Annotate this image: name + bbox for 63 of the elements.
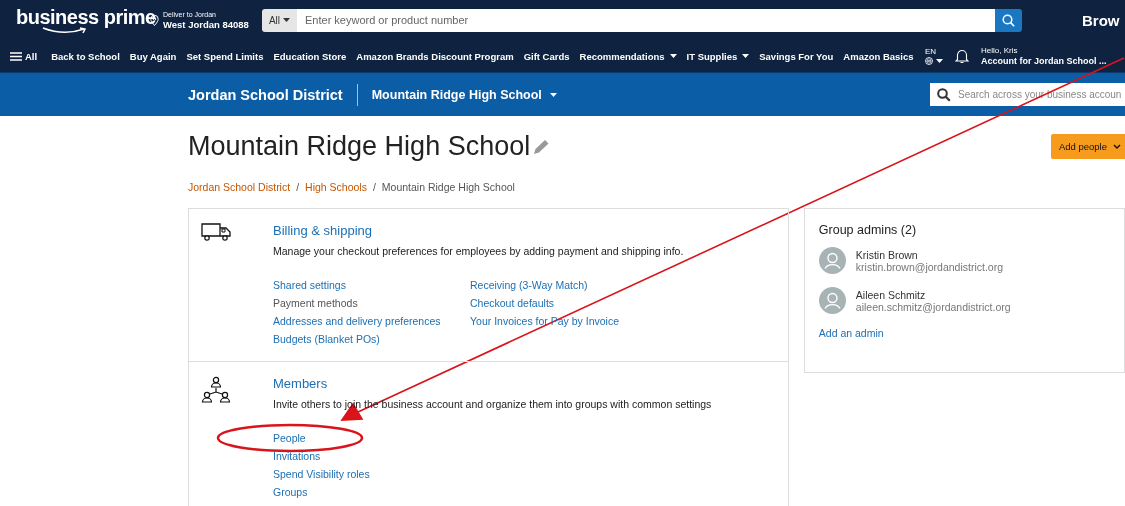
nav-link[interactable]: Recommendations (579, 50, 677, 62)
caret-icon (549, 92, 557, 97)
admin-email: aileen.schmitz@jordandistrict.org (855, 300, 1011, 313)
breadcrumb-current: Mountain Ridge High School (381, 181, 515, 193)
breadcrumb-separator: / (372, 181, 376, 193)
deliver-location[interactable]: West Jordan 84088 (163, 18, 249, 30)
settings-link[interactable]: Shared settings (273, 276, 470, 294)
account-menu[interactable]: Account for Jordan School ... (981, 55, 1107, 67)
search-icon (937, 87, 951, 102)
search-button[interactable] (995, 8, 1022, 32)
breadcrumb-link[interactable]: High Schools (305, 181, 367, 193)
smile-icon (42, 26, 88, 34)
settings-link[interactable]: Groups (273, 483, 470, 501)
globe-icon[interactable] (925, 57, 933, 65)
language-label[interactable]: EN (925, 47, 937, 57)
settings-link[interactable]: Spend Visibility roles (273, 465, 470, 483)
nav-link[interactable]: IT Supplies (686, 50, 750, 62)
caret-icon (936, 59, 943, 63)
people-group-icon (201, 376, 231, 404)
nav-link[interactable]: Savings For You (759, 50, 834, 62)
settings-link[interactable]: Invitations (273, 447, 470, 465)
nav-link[interactable]: Set Spend Limits (186, 50, 264, 62)
caret-icon (283, 18, 291, 22)
settings-link[interactable]: Addresses and delivery preferences (273, 312, 470, 330)
settings-link[interactable]: Budgets (Blanket POs) (273, 330, 470, 348)
avatar-icon (818, 247, 846, 274)
greeting-text: Hello, Kris (981, 45, 1019, 56)
section-title[interactable]: Billing & shipping (273, 223, 684, 242)
bell-icon[interactable] (955, 48, 969, 64)
category-dropdown[interactable]: All (262, 8, 297, 32)
admin-name: Aileen Schmitz (855, 288, 927, 301)
add-admin-link[interactable]: Add an admin (818, 327, 1110, 339)
add-people-button[interactable]: Add people (1050, 133, 1125, 159)
admin-email: kristin.brown@jordandistrict.org (855, 260, 1004, 273)
search-field[interactable]: Enter keyword or product number (297, 8, 995, 32)
menu-icon (10, 51, 22, 61)
breadcrumb-link[interactable]: Jordan School District (188, 181, 291, 193)
district-name[interactable]: Jordan School District (188, 86, 343, 103)
nav-link[interactable]: Gift Cards (523, 50, 570, 62)
chevron-down-icon (1113, 143, 1121, 149)
admins-title: Group admins (2) (818, 223, 918, 237)
menu-button[interactable]: All (6, 50, 42, 62)
settings-link[interactable]: Checkout defaults (470, 294, 667, 312)
nav-link[interactable]: Amazon Brands Discount Program (356, 50, 514, 62)
admin-name: Kristin Brown (855, 248, 919, 261)
settings-link: Payment methods (273, 296, 359, 311)
account-search-field[interactable]: Search across your business accoun (930, 83, 1125, 106)
nav-link[interactable]: Amazon Basics (843, 50, 914, 62)
logo-text[interactable]: business prime (16, 6, 156, 27)
nav-link[interactable]: Buy Again (129, 50, 177, 62)
truck-icon (201, 223, 231, 241)
settings-link[interactable]: Receiving (3-Way Match) (470, 276, 667, 294)
section-description: Manage your checkout preferences for employees by adding payment and shipping info. (273, 245, 684, 257)
settings-link[interactable]: People (273, 429, 470, 447)
breadcrumb-separator: / (296, 181, 300, 193)
search-icon (1002, 13, 1015, 27)
nav-link[interactable]: Back to School (51, 50, 120, 62)
page-title: Mountain Ridge High School (188, 130, 531, 162)
nav-link[interactable]: Education Store (273, 50, 347, 62)
school-dropdown[interactable]: Mountain Ridge High School (371, 87, 557, 102)
avatar-icon (818, 287, 846, 314)
section-title[interactable]: Members (273, 376, 712, 395)
account-name[interactable]: Brow (1082, 11, 1120, 29)
